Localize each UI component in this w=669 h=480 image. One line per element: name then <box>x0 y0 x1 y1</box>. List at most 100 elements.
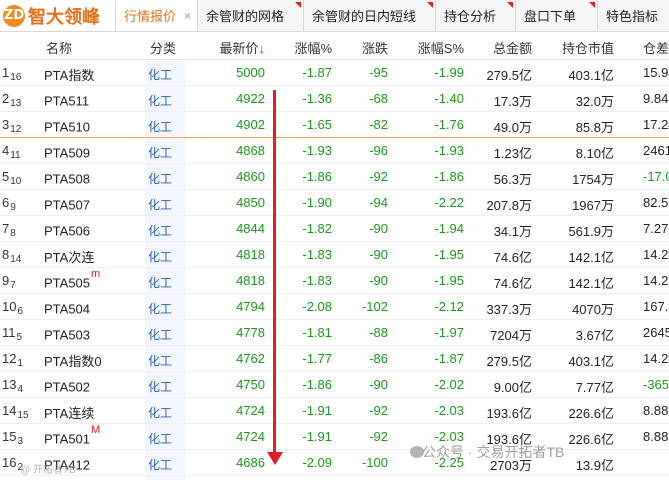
col-header-market-value[interactable]: 持仓市值 <box>562 38 614 57</box>
change-cell: -90 <box>369 273 388 288</box>
contract-name: PTA510 <box>44 117 91 134</box>
pct-cell: -1.87 <box>302 65 332 80</box>
change-cell: -90 <box>369 247 388 262</box>
table-row[interactable]: 814 PTA次连 化工 4818 -1.83 -90 -1.95 74.6亿 142.1亿 14… <box>0 242 669 268</box>
contract-name-text: PTA509 <box>44 145 91 161</box>
col-header-price-label: 最新价 <box>219 41 259 56</box>
table-row[interactable]: 97 PTA505m 化工 4818 -1.83 -90 -1.95 74.6亿 142.1亿 1… <box>0 268 669 294</box>
table-row[interactable]: 411 PTA509 化工 4868 -1.93 -96 -1.93 1.23亿 8.10亿 24… <box>0 138 669 164</box>
contract-name-text: PTA指数 <box>44 68 95 83</box>
table-row[interactable]: 121 PTA指数0 化工 4762 -1.77 -86 -1.87 279.5亿 403.1亿… <box>0 346 669 372</box>
contract-name: PTA503 <box>44 325 91 342</box>
amount-cell: 9.00亿 <box>493 380 532 395</box>
category-cell: 化工 <box>148 224 173 238</box>
contract-name: PTA连续 <box>44 403 95 422</box>
tab-label: 余管财的日内短线 <box>312 9 417 24</box>
tab-market-quotes[interactable]: 行情报价 × <box>115 0 197 31</box>
speed-cell: -1.97 <box>434 325 464 340</box>
change-cell: -86 <box>369 351 388 366</box>
contract-name-text: PTA501 <box>44 431 91 447</box>
table-row[interactable]: 510 PTA508 化工 4860 -1.86 -92 -1.86 56.3万 1754万 -1… <box>0 164 669 190</box>
close-icon[interactable]: × <box>184 9 191 23</box>
tab-order-book[interactable]: 盘口下单 <box>515 0 597 31</box>
oi-cell: 7.27 <box>643 221 669 236</box>
market-value-cell: 226.6亿 <box>568 432 614 447</box>
table-row[interactable]: 69 PTA507 化工 4850 -1.90 -94 -2.22 207.8万 1967万 82… <box>0 190 669 216</box>
price-cell: 4724 <box>236 403 265 418</box>
table-row[interactable]: 116 PTA指数 化工 5000 -1.87 -95 -1.99 279.5亿 403.1亿 1… <box>0 60 669 86</box>
row-number: 1 <box>2 65 10 80</box>
tab-label: 行情报价 <box>124 9 177 24</box>
table-row[interactable]: 153 PTA501M 化工 4724 -1.91 -92 -2.03 193.6亿 226.6… <box>0 424 669 450</box>
row-number: 4 <box>2 143 10 158</box>
col-header-category[interactable]: 分类 <box>150 38 176 57</box>
row-number: 2 <box>2 91 10 106</box>
tab-intraday[interactable]: 余管财的日内短线 <box>303 0 435 31</box>
price-cell: 4868 <box>236 143 265 158</box>
speed-cell: -1.93 <box>434 143 464 158</box>
table-row[interactable]: 312 PTA510 化工 4902 -1.65 -82 -1.76 49.0万 85.8万 17… <box>0 112 669 138</box>
row-index: 814 <box>2 247 21 265</box>
contract-name-text: PTA511 <box>44 93 90 109</box>
row-subindex: 13 <box>10 98 22 109</box>
tab-indicators[interactable]: 特色指标 <box>597 0 669 31</box>
table-row[interactable]: 162 PTA412 化工 4686 -2.09 -100 -2.25 2703万 13.9亿 <box>0 450 669 476</box>
speed-cell: -1.95 <box>434 247 464 262</box>
table-row[interactable]: 78 PTA506 化工 4844 -1.82 -90 -1.94 34.1万 561.9万 7.… <box>0 216 669 242</box>
tab-grid[interactable]: 余管财的网格 <box>197 0 303 31</box>
col-header-speed[interactable]: 涨幅S% <box>418 38 464 57</box>
oi-cell: -17.0 <box>643 169 669 184</box>
price-cell: 4818 <box>236 273 265 288</box>
table-row[interactable]: 1415 PTA连续 化工 4724 -1.91 -92 -2.03 193.6亿 226.6亿… <box>0 398 669 424</box>
pct-cell: -1.91 <box>302 429 332 444</box>
oi-cell: 167.8 <box>643 299 669 314</box>
oi-cell: 2645 <box>643 325 669 340</box>
col-header-pct[interactable]: 涨幅% <box>294 38 332 57</box>
change-cell: -95 <box>369 65 388 80</box>
col-header-oi[interactable]: 仓差 <box>643 38 669 57</box>
row-subindex: 12 <box>10 124 22 135</box>
contract-name: PTA504 <box>44 299 91 316</box>
market-value-cell: 7.77亿 <box>575 380 614 395</box>
annotation-arrow <box>273 90 276 453</box>
table-row[interactable]: 213 PTA511 化工 4922 -1.36 -68 -1.40 17.3万 32.0万 9.… <box>0 86 669 112</box>
pct-cell: -1.65 <box>302 117 332 132</box>
col-header-price[interactable]: 最新价↓ <box>219 38 265 57</box>
row-index: 411 <box>2 143 21 161</box>
change-cell: -88 <box>369 325 388 340</box>
row-number: 11 <box>2 325 16 340</box>
col-header-name[interactable]: 名称 <box>46 38 72 57</box>
category-cell: 化工 <box>148 406 173 420</box>
amount-cell: 1.23亿 <box>493 146 532 161</box>
tab-position-analysis[interactable]: 持仓分析 <box>435 0 515 31</box>
pct-cell: -1.86 <box>302 377 332 392</box>
table-row[interactable]: 106 PTA504 化工 4794 -2.08 -102 -2.12 337.3万 4070万… <box>0 294 669 320</box>
oi-cell: 82.5 <box>643 195 669 210</box>
contract-name: PTA502 <box>44 377 91 394</box>
col-header-amount[interactable]: 总金额 <box>493 38 532 57</box>
row-subindex: 10 <box>10 176 22 187</box>
contract-name: PTA501M <box>44 424 100 447</box>
amount-cell: 207.8万 <box>486 198 532 213</box>
amount-cell: 337.3万 <box>486 302 532 317</box>
amount-cell: 56.3万 <box>493 172 532 187</box>
amount-cell: 279.5亿 <box>486 354 532 369</box>
speed-cell: -2.02 <box>434 377 464 392</box>
contract-name: PTA507 <box>44 195 91 212</box>
row-index: 134 <box>2 377 23 395</box>
row-index: 69 <box>2 195 16 213</box>
row-index: 121 <box>2 351 23 369</box>
table-row[interactable]: 134 PTA502 化工 4750 -1.86 -90 -2.02 9.00亿 7.77亿 -3… <box>0 372 669 398</box>
amount-cell: 193.6亿 <box>486 406 532 421</box>
contract-name: PTA506 <box>44 221 91 238</box>
sort-desc-icon: ↓ <box>258 41 266 56</box>
price-cell: 4724 <box>236 429 265 444</box>
category-cell: 化工 <box>148 432 173 446</box>
market-value-cell: 4070万 <box>572 302 614 317</box>
pct-cell: -1.86 <box>302 169 332 184</box>
table-row[interactable]: 115 PTA503 化工 4778 -1.81 -88 -1.97 7204万 3.67亿 26… <box>0 320 669 346</box>
col-header-change[interactable]: 涨跌 <box>362 38 388 57</box>
row-number: 13 <box>2 377 17 392</box>
category-cell: 化工 <box>148 302 173 316</box>
speed-cell: -2.22 <box>434 195 464 210</box>
